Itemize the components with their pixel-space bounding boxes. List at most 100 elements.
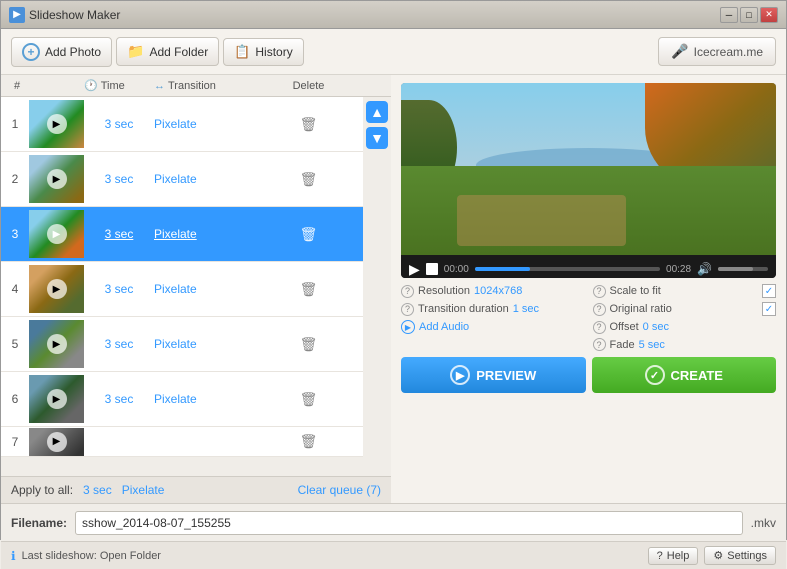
ratio-checkbox[interactable]: ✓ (762, 302, 776, 316)
slide-number: 6 (1, 392, 29, 406)
delete-icon[interactable]: 🗑 (300, 391, 318, 408)
slide-thumbnail[interactable]: ▶ (29, 100, 84, 148)
scroll-up-button[interactable]: ▲ (366, 101, 388, 123)
create-icon: ✓ (645, 365, 665, 385)
thumb-play-icon: ▶ (47, 432, 67, 452)
offset-help-icon[interactable]: ? (593, 321, 606, 334)
create-label: CREATE (671, 368, 723, 383)
add-folder-button[interactable]: 📁 Add Folder (116, 37, 219, 66)
delete-icon[interactable]: 🗑 (300, 171, 318, 188)
slide-thumbnail[interactable]: ▶ (29, 320, 84, 368)
volume-bar[interactable] (718, 267, 768, 271)
transition-help-icon[interactable]: ? (401, 303, 414, 316)
toolbar: + Add Photo 📁 Add Folder 📋 History 🎤 Ice… (1, 29, 786, 75)
offset-row: ? Offset 0 sec (593, 320, 777, 334)
video-preview: ▶ 00:00 00:28 🔊 (401, 83, 776, 278)
delete-icon[interactable]: 🗑 (300, 116, 318, 133)
col-delete: Delete (254, 80, 363, 92)
table-header: # 🕐 Time ↔ Transition Delete (1, 75, 391, 97)
slide-transition: Pixelate (154, 172, 254, 186)
delete-icon[interactable]: 🗑 (300, 281, 318, 298)
table-row: 5 ▶ 3 sec Pixelate 🗑 (1, 317, 363, 372)
volume-icon[interactable]: 🔊 (697, 262, 712, 276)
slide-thumbnail[interactable]: ▶ (29, 428, 84, 456)
help-button[interactable]: ? Help (648, 547, 699, 565)
table-row: 1 ▶ 3 sec Pixelate 🗑 (1, 97, 363, 152)
slide-time: 3 sec (84, 227, 154, 241)
video-image (401, 83, 776, 255)
filename-label: Filename: (11, 516, 67, 530)
scale-help-icon[interactable]: ? (593, 285, 606, 298)
preview-button[interactable]: ▶ PREVIEW (401, 357, 586, 393)
thumb-play-icon: ▶ (47, 169, 67, 189)
thumb-play-icon: ▶ (47, 334, 67, 354)
table-row: 2 ▶ 3 sec Pixelate 🗑 (1, 152, 363, 207)
slide-time: 3 sec (84, 282, 154, 296)
delete-icon[interactable]: 🗑 (300, 336, 318, 353)
volume-fill (718, 267, 753, 271)
thumb-bg: ▶ (29, 155, 84, 203)
history-button[interactable]: 📋 History (223, 38, 304, 66)
status-bar: ℹ Last slideshow: Open Folder ? Help ⚙ S… (1, 541, 786, 569)
delete-icon[interactable]: 🗑 (300, 433, 318, 450)
scale-checkbox[interactable]: ✓ (762, 284, 776, 298)
add-photo-button[interactable]: + Add Photo (11, 37, 112, 67)
icecream-button[interactable]: 🎤 Icecream.me (658, 37, 776, 66)
thumb-play-icon: ▶ (47, 114, 67, 134)
offset-value[interactable]: 0 sec (643, 321, 669, 333)
thumb-play-icon: ▶ (47, 279, 67, 299)
maximize-button[interactable]: □ (740, 7, 758, 23)
col-transition: ↔ Transition (154, 80, 254, 92)
title-bar-left: ▶ Slideshow Maker (9, 7, 120, 23)
delete-icon[interactable]: 🗑 (300, 226, 318, 243)
filename-input[interactable] (75, 511, 743, 535)
add-photo-icon: + (22, 43, 40, 61)
slide-thumbnail[interactable]: ▶ (29, 375, 84, 423)
help-label: Help (667, 550, 690, 562)
slide-thumbnail[interactable]: ▶ (29, 155, 84, 203)
close-button[interactable]: ✕ (760, 7, 778, 23)
slide-time: 3 sec (84, 117, 154, 131)
thumb-play-icon: ▶ (47, 389, 67, 409)
col-num: # (1, 80, 29, 92)
thumb-bg: ▶ (29, 320, 84, 368)
fade-value[interactable]: 5 sec (639, 339, 665, 351)
slide-time: 3 sec (84, 337, 154, 351)
time-current: 00:00 (444, 264, 469, 275)
slide-time: 3 sec (84, 392, 154, 406)
apply-time-link[interactable]: 3 sec (83, 483, 112, 497)
arrow-column: ▲ ▼ (363, 97, 391, 476)
slide-list-area: 1 ▶ 3 sec Pixelate 🗑 (1, 97, 363, 476)
fade-help-icon[interactable]: ? (593, 338, 606, 351)
minimize-button[interactable]: ─ (720, 7, 738, 23)
clear-queue-link[interactable]: Clear queue (7) (298, 483, 381, 497)
add-folder-label: Add Folder (149, 45, 208, 59)
progress-bar[interactable] (475, 267, 660, 271)
scroll-down-button[interactable]: ▼ (366, 127, 388, 149)
slide-thumbnail[interactable]: ▶ (29, 210, 84, 258)
slide-delete: 🗑 (254, 391, 363, 408)
table-row: 7 ▶ 🗑 (1, 427, 363, 457)
offset-label: Offset (610, 321, 639, 333)
apply-bar: Apply to all: 3 sec Pixelate Clear queue… (1, 476, 391, 503)
slide-delete: 🗑 (254, 336, 363, 353)
thumb-bg: ▶ (29, 375, 84, 423)
slide-thumbnail[interactable]: ▶ (29, 265, 84, 313)
transition-duration-value[interactable]: 1 sec (513, 303, 539, 315)
title-bar-controls: ─ □ ✕ (720, 7, 778, 23)
create-button[interactable]: ✓ CREATE (592, 357, 777, 393)
add-audio-link[interactable]: Add Audio (419, 321, 469, 333)
play-button[interactable]: ▶ (409, 261, 420, 278)
settings-button[interactable]: ⚙ Settings (704, 546, 776, 565)
resolution-help-icon[interactable]: ? (401, 285, 414, 298)
resolution-value[interactable]: 1024x768 (474, 285, 522, 297)
thumb-bg: ▶ (29, 210, 84, 258)
ratio-help-icon[interactable]: ? (593, 303, 606, 316)
table-row: 6 ▶ 3 sec Pixelate 🗑 (1, 372, 363, 427)
apply-transition-link[interactable]: Pixelate (122, 483, 165, 497)
bottom-bar: Filename: .mkv (1, 503, 786, 541)
stop-button[interactable] (426, 263, 438, 275)
settings-grid: ? Resolution 1024x768 ? Scale to fit ✓ ?… (401, 284, 776, 351)
preview-label: PREVIEW (476, 368, 536, 383)
preview-icon: ▶ (450, 365, 470, 385)
